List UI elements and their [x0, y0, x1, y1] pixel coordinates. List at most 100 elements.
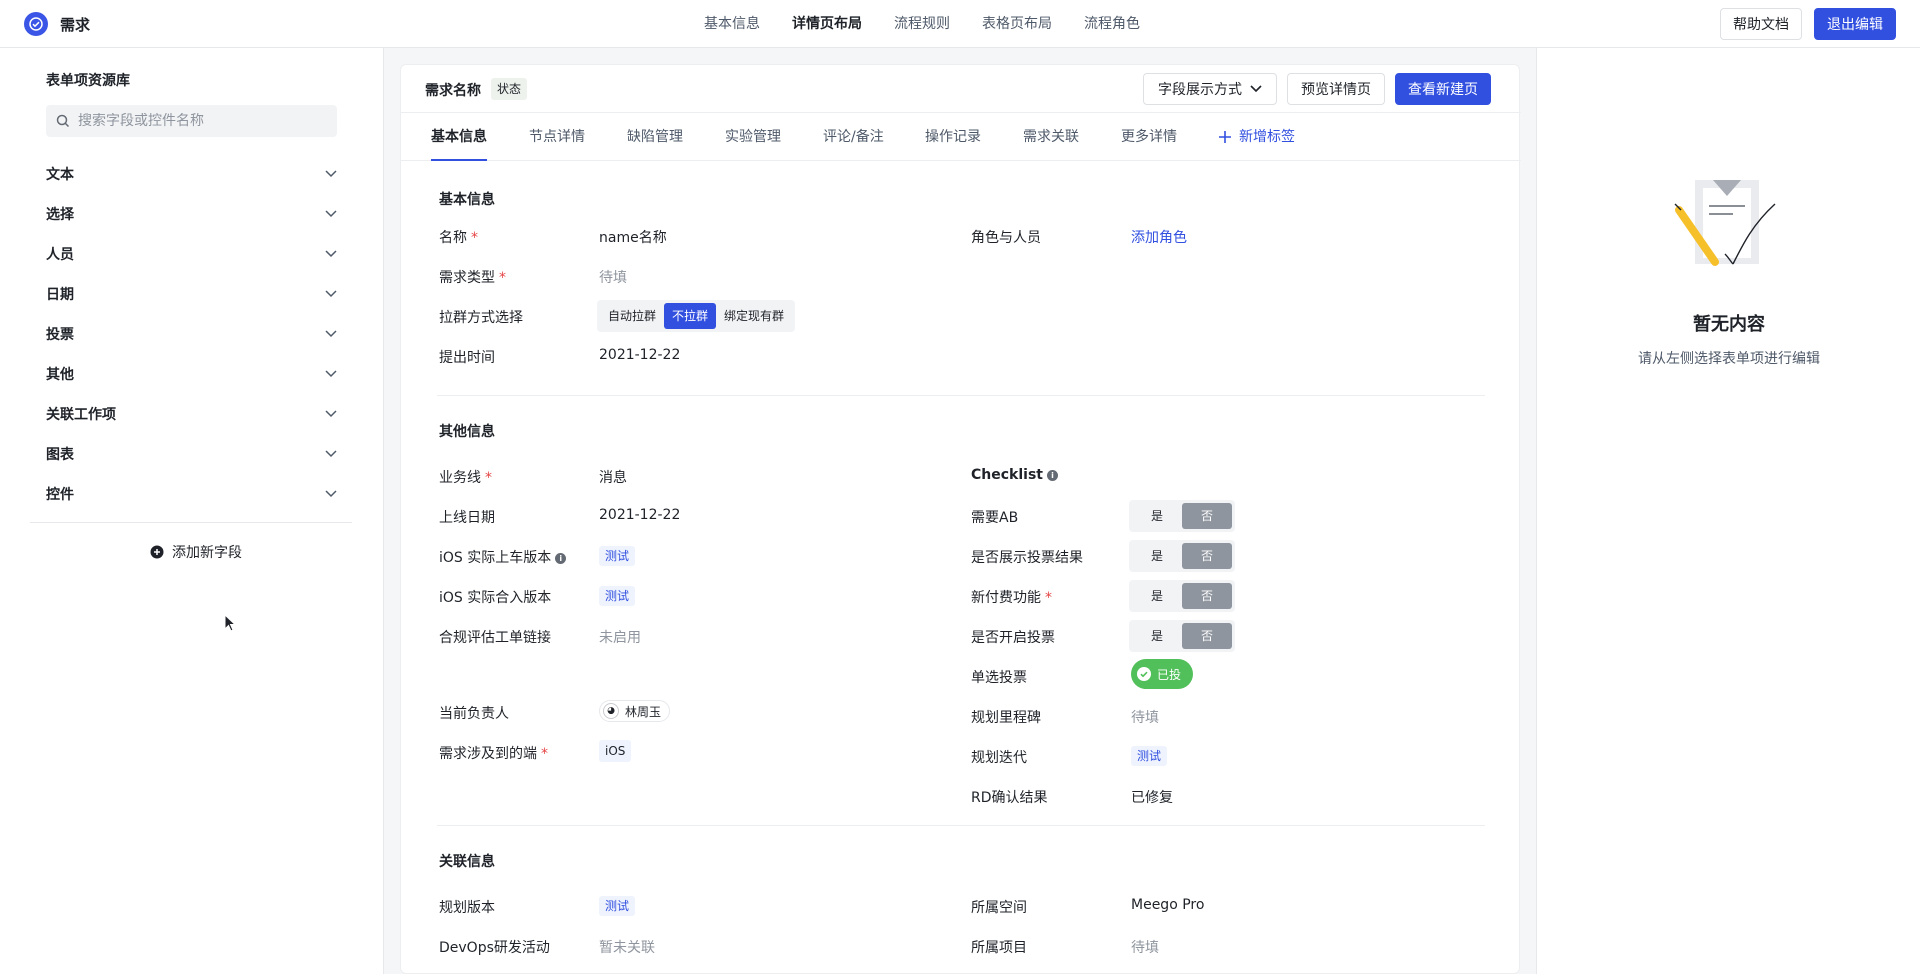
nav-basic-info[interactable]: 基本信息 — [688, 0, 776, 48]
tab-node-details[interactable]: 节点详情 — [529, 113, 585, 161]
view-new-page-button[interactable]: 查看新建页 — [1395, 73, 1491, 105]
field-search-input[interactable] — [78, 113, 318, 129]
field-rd-label: RD确认结果 — [971, 790, 1048, 806]
preview-detail-button[interactable]: 预览详情页 — [1287, 73, 1385, 105]
plan-version-tag[interactable]: 测试 — [599, 896, 636, 916]
platform-tag[interactable]: iOS — [599, 740, 632, 762]
field-group-label: 拉群方式选择 — [439, 310, 523, 326]
field-rd-value[interactable]: 已修复 — [1131, 787, 1173, 807]
yes-option[interactable]: 是 — [1132, 583, 1182, 609]
field-iteration-label: 规划迭代 — [971, 750, 1027, 766]
field-biz-label: 业务线 * — [439, 470, 492, 486]
field-time-label: 提出时间 — [439, 350, 495, 366]
chevron-down-icon — [1250, 85, 1262, 93]
paid-feature-toggle: 是否 — [1129, 580, 1235, 612]
category-label: 人员 — [46, 247, 74, 263]
info-icon: i — [1046, 470, 1058, 481]
owner-name: 林周玉 — [625, 704, 662, 719]
nav-flow-roles[interactable]: 流程角色 — [1068, 0, 1156, 48]
tab-related-requirements[interactable]: 需求关联 — [1023, 113, 1079, 161]
category-label: 日期 — [46, 287, 74, 303]
field-plan-version-label: 规划版本 — [439, 900, 495, 916]
nav-table-layout[interactable]: 表格页布局 — [966, 0, 1068, 48]
field-ab-label: 需要AB — [971, 510, 1019, 526]
field-devops-label: DevOps研发活动 — [439, 940, 550, 956]
field-type-value[interactable]: 待填 — [599, 267, 627, 287]
chevron-down-icon — [325, 488, 337, 500]
field-library-panel: 表单项资源库 文本 选择 人员 日期 投票 其他 关联工作项 图表 控件 添加新… — [0, 48, 384, 974]
field-type-label: 需求类型 * — [439, 270, 506, 286]
nav-detail-layout[interactable]: 详情页布局 — [776, 0, 878, 48]
category-text[interactable]: 文本 — [46, 154, 337, 194]
category-list: 文本 选择 人员 日期 投票 其他 关联工作项 图表 控件 — [46, 154, 337, 514]
tab-defects[interactable]: 缺陷管理 — [627, 113, 683, 161]
status-badge: 状态 — [491, 78, 528, 100]
detail-tabs: 基本信息 节点详情 缺陷管理 实验管理 评论/备注 操作记录 需求关联 更多详情… — [401, 113, 1521, 161]
chevron-down-icon — [325, 208, 337, 220]
single-vote-badge[interactable]: 已投 — [1131, 659, 1194, 689]
add-new-field-button[interactable]: 添加新字段 — [150, 542, 242, 562]
field-name-label: 名称 * — [439, 230, 478, 246]
owner-chip[interactable]: ◕ 林周玉 — [599, 700, 671, 722]
ios-version-tag[interactable]: 测试 — [599, 546, 636, 566]
iteration-tag[interactable]: 测试 — [1131, 746, 1168, 766]
field-ios-version-label: iOS 实际上车版本 i — [439, 547, 567, 567]
add-tab-label: 新增标签 — [1239, 129, 1295, 145]
tab-operation-log[interactable]: 操作记录 — [925, 113, 981, 161]
no-option[interactable]: 否 — [1182, 503, 1232, 529]
avatar: ◕ — [603, 703, 619, 719]
canvas-header: 需求名称 状态 字段展示方式 预览详情页 查看新建页 — [401, 65, 1521, 113]
tab-basic-info[interactable]: 基本信息 — [431, 113, 487, 161]
ios-merge-tag[interactable]: 测试 — [599, 586, 636, 606]
yes-option[interactable]: 是 — [1132, 503, 1182, 529]
tab-more-details[interactable]: 更多详情 — [1121, 113, 1177, 161]
ab-toggle: 是否 — [1129, 500, 1235, 532]
field-devops-value[interactable]: 暂未关联 — [599, 937, 655, 957]
category-date[interactable]: 日期 — [46, 274, 337, 314]
category-label: 图表 — [46, 447, 74, 463]
field-milestone-value[interactable]: 待填 — [1131, 707, 1159, 727]
mouse-cursor-icon — [224, 614, 236, 632]
chevron-down-icon — [325, 408, 337, 420]
yes-option[interactable]: 是 — [1132, 543, 1182, 569]
category-vote[interactable]: 投票 — [46, 314, 337, 354]
category-chart[interactable]: 图表 — [46, 434, 337, 474]
group-option-bind[interactable]: 绑定现有群 — [716, 303, 792, 329]
no-option[interactable]: 否 — [1182, 623, 1232, 649]
exit-edit-button[interactable]: 退出编辑 — [1814, 8, 1896, 40]
category-people[interactable]: 人员 — [46, 234, 337, 274]
add-tab-button[interactable]: 新增标签 — [1219, 113, 1295, 161]
field-paid-label: 新付费功能 * — [971, 590, 1052, 606]
chevron-down-icon — [325, 328, 337, 340]
help-docs-button[interactable]: 帮助文档 — [1720, 8, 1802, 40]
category-control[interactable]: 控件 — [46, 474, 337, 514]
field-space-value[interactable]: Meego Pro — [1131, 897, 1204, 913]
open-vote-toggle: 是否 — [1129, 620, 1235, 652]
no-option[interactable]: 否 — [1182, 543, 1232, 569]
field-owner-label: 当前负责人 — [439, 706, 509, 722]
section-basic-info-title: 基本信息 — [439, 192, 495, 208]
tab-experiments[interactable]: 实验管理 — [725, 113, 781, 161]
field-project-value[interactable]: 待填 — [1131, 937, 1159, 957]
tab-comments[interactable]: 评论/备注 — [823, 113, 884, 161]
field-display-mode-label: 字段展示方式 — [1158, 82, 1242, 98]
group-option-none[interactable]: 不拉群 — [664, 303, 717, 329]
yes-option[interactable]: 是 — [1132, 623, 1182, 649]
add-role-link[interactable]: 添加角色 — [1131, 227, 1187, 247]
field-search-box[interactable] — [46, 105, 337, 137]
nav-flow-rules[interactable]: 流程规则 — [878, 0, 966, 48]
field-biz-value[interactable]: 消息 — [599, 467, 627, 487]
no-option[interactable]: 否 — [1182, 583, 1232, 609]
section-related-info-title: 关联信息 — [439, 854, 495, 870]
group-option-auto[interactable]: 自动拉群 — [600, 303, 664, 329]
field-name-value[interactable]: name名称 — [599, 227, 667, 247]
field-display-mode-dropdown[interactable]: 字段展示方式 — [1143, 73, 1277, 105]
category-select[interactable]: 选择 — [46, 194, 337, 234]
field-compliance-value[interactable]: 未启用 — [599, 627, 641, 647]
field-online-value[interactable]: 2021-12-22 — [599, 507, 680, 523]
category-label: 选择 — [46, 207, 74, 223]
category-other[interactable]: 其他 — [46, 354, 337, 394]
category-related-items[interactable]: 关联工作项 — [46, 394, 337, 434]
field-time-value[interactable]: 2021-12-22 — [599, 347, 680, 363]
add-new-field-label: 添加新字段 — [172, 545, 242, 561]
